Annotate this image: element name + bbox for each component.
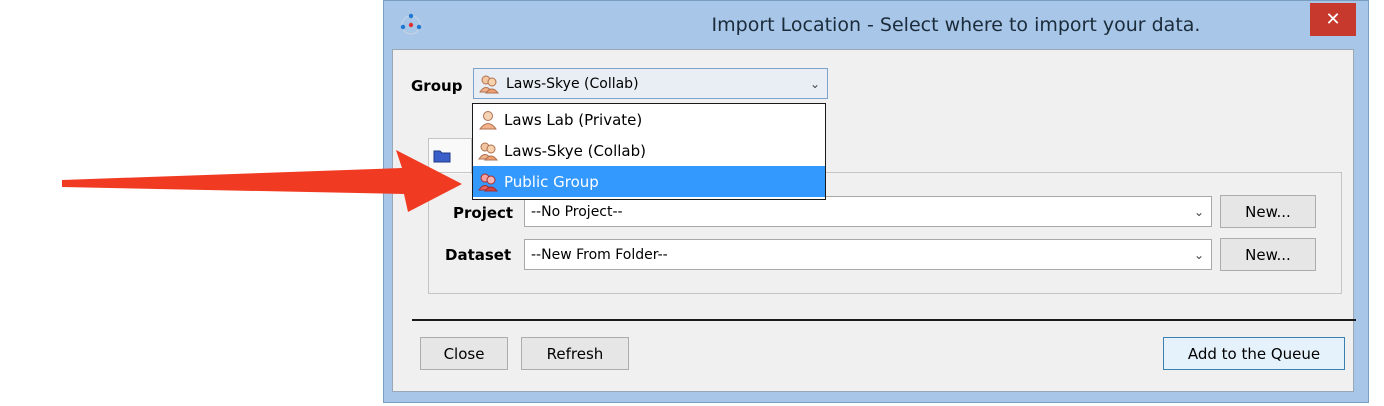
annotation-arrow: [62, 150, 462, 212]
